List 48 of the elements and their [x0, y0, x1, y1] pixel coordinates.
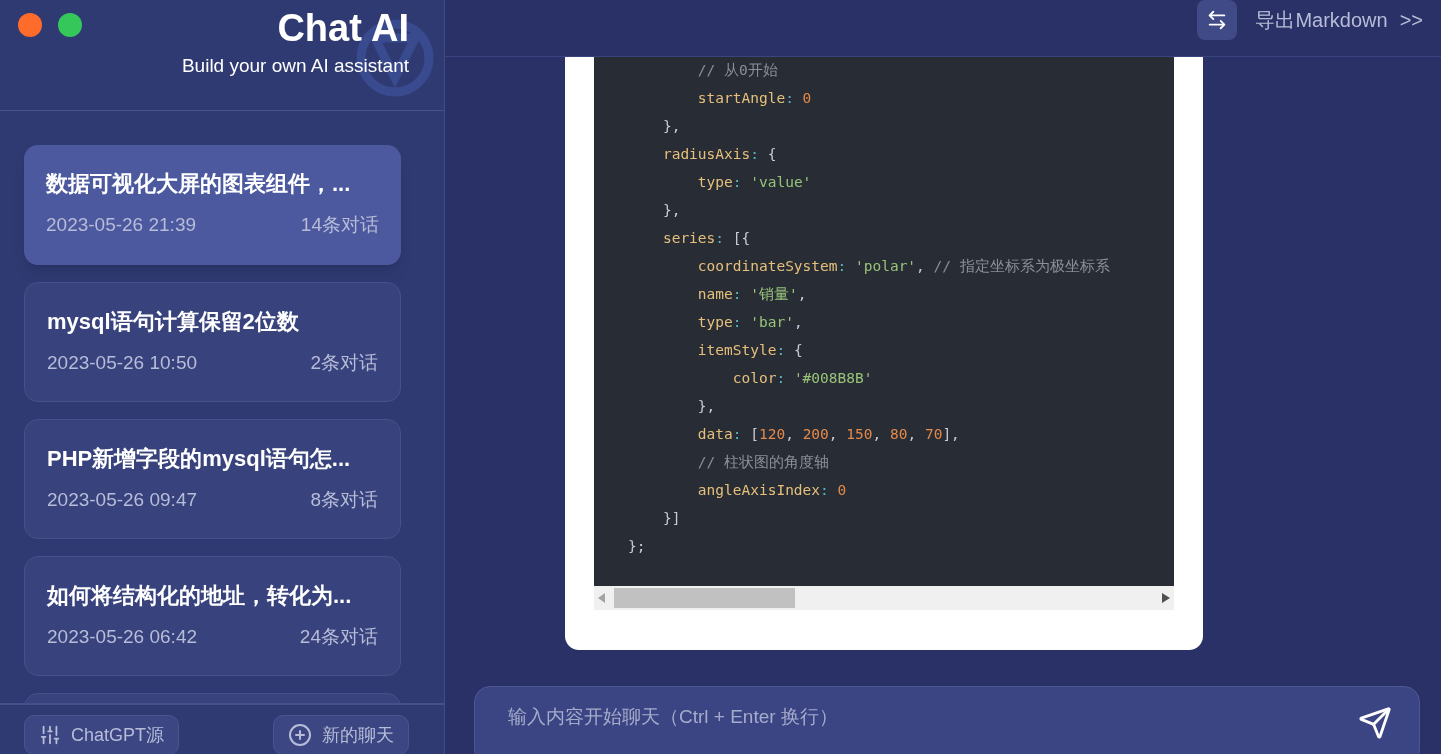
swap-button[interactable]	[1197, 0, 1238, 40]
message-count: 14条对话	[300, 213, 379, 237]
conversation-title: 如何将结构化的地址，转化为...	[47, 582, 353, 610]
conversation-time: 2023-05-26 06:42	[47, 625, 197, 649]
code-line: type: 'value'	[696, 173, 813, 192]
code-line: data: [120, 200, 150, 80, 70],	[696, 425, 961, 444]
scroll-right-icon[interactable]	[1162, 593, 1170, 603]
send-icon[interactable]	[1358, 706, 1392, 740]
conversation-title: 数据可视化大屏的图表组件，...	[46, 170, 352, 198]
conversation-card[interactable]: mysql语句计算保留2位数 2023-05-26 10:50 2条对话	[24, 282, 401, 402]
horizontal-scrollbar[interactable]	[594, 586, 1174, 610]
plus-circle-icon	[288, 723, 312, 747]
source-button[interactable]: ChatGPT源	[24, 715, 180, 754]
conversation-card[interactable]: 如何将结构化的地址，转化为... 2023-05-26 06:42 24条对话	[24, 556, 401, 676]
code-line: }]	[661, 509, 682, 528]
code-line: // 从0开始	[696, 61, 779, 80]
conversation-time: 2023-05-26 10:50	[47, 351, 197, 375]
sliders-icon	[39, 724, 61, 746]
code-line: },	[661, 201, 682, 220]
code-line: color: '#008B8B'	[731, 369, 874, 388]
conversation-title: mysql语句计算保留2位数	[47, 308, 300, 336]
conversation-title: PHP新增字段的mysql语句怎...	[47, 445, 352, 473]
code-line: coordinateSystem: 'polar', // 指定坐标系为极坐标系	[696, 257, 1111, 276]
code-line: };	[628, 537, 647, 556]
app-subtitle: Build your own AI assistant	[181, 54, 409, 78]
code-line: // 柱状图的角度轴	[696, 453, 831, 472]
code-line: name: '销量',	[696, 285, 808, 304]
conversation-time: 2023-05-26 09:47	[47, 488, 197, 512]
code-line: radiusAxis: {	[661, 145, 778, 164]
scroll-left-icon[interactable]	[598, 593, 606, 603]
chat-input[interactable]: 输入内容开始聊天（Ctrl + Enter 换行）	[474, 686, 1420, 754]
message-count: 8条对话	[310, 488, 378, 512]
scrollbar-thumb[interactable]	[614, 588, 795, 608]
code-line: },	[696, 397, 717, 416]
export-markdown-button[interactable]: 导出Markdown >>	[1255, 5, 1423, 35]
conversation-card[interactable]: PHP新增字段的mysql语句怎... 2023-05-26 09:47 8条对话	[24, 419, 401, 539]
app-title: Chat AI	[277, 6, 409, 51]
message-count: 2条对话	[310, 351, 378, 375]
code-line: series: [{	[661, 229, 752, 248]
code-line: type: 'bar',	[696, 313, 804, 332]
new-chat-button[interactable]: 新的聊天	[273, 715, 409, 754]
code-line: startAngle: 0	[696, 89, 813, 108]
message-count: 24条对话	[299, 625, 378, 649]
code-line: },	[661, 117, 682, 136]
conversation-card[interactable]: 数据可视化大屏的图表组件，... 2023-05-26 21:39 14条对话	[24, 145, 401, 265]
conversation-time: 2023-05-26 21:39	[46, 213, 196, 237]
code-line: itemStyle: {	[696, 341, 804, 360]
code-line: angleAxisIndex: 0	[696, 481, 848, 500]
